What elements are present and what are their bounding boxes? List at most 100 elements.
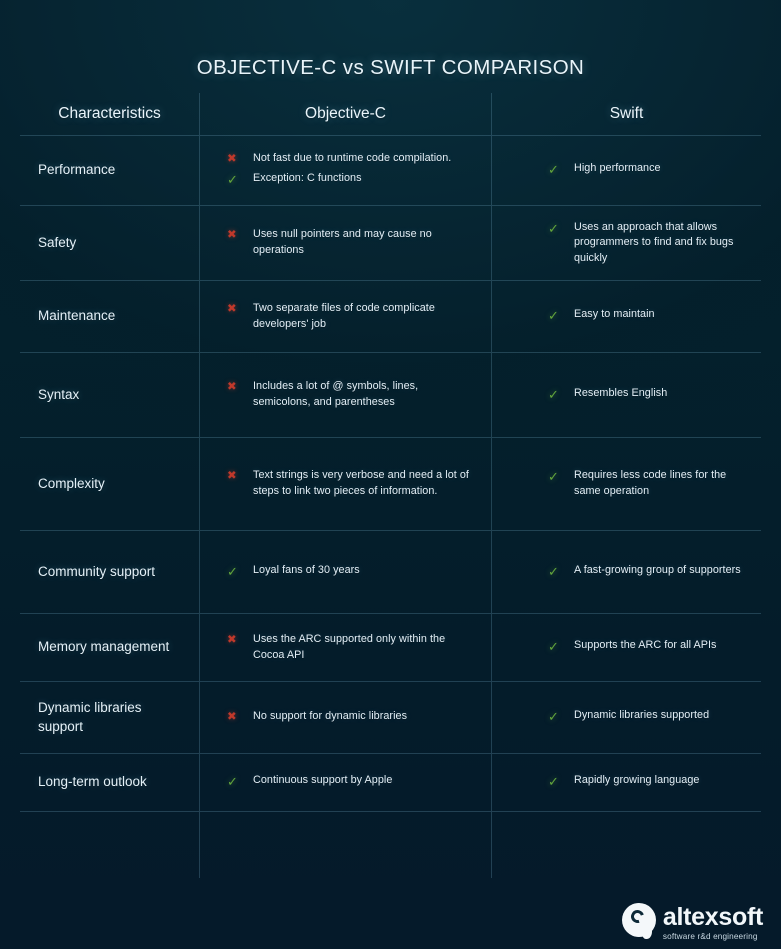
cross-icon: ✖ (227, 153, 237, 166)
check-icon: ✓ (548, 639, 559, 655)
cell-objective-c: ✖ Uses the ARC supported only within the … (199, 614, 491, 681)
table-row: Memory management ✖ Uses the ARC supported… (20, 614, 761, 682)
bullet-item: ✖ Uses the ARC supported only within the … (200, 632, 477, 663)
page-title: OBJECTIVE-C vs SWIFT COMPARISON (196, 56, 585, 79)
table-row: Maintenance ✖ Two separate files of code c… (20, 281, 761, 353)
bullet-text: Not fast due to runtime code compilation… (253, 152, 452, 165)
check-icon: ✓ (548, 386, 559, 402)
bullet-item: ✓ Loyal fans of 30 years (200, 563, 477, 582)
cell-characteristic: Long-term outlook (20, 754, 199, 811)
bullet-text: Supports the ARC for all APIs (574, 639, 717, 652)
characteristic-label: Maintenance (38, 308, 116, 324)
cross-icon: ✖ (227, 711, 237, 724)
table-row: Complexity ✖ Text strings is very verbose … (20, 438, 761, 531)
check-icon: ✓ (548, 162, 559, 178)
cell-objective-c: ✓ Loyal fans of 30 years (199, 531, 491, 613)
cell-swift: ✓ A fast-growing group of supporters (491, 531, 761, 613)
bullet-text: Includes a lot of @ symbols, lines, semi… (253, 380, 419, 408)
check-icon: ✓ (548, 308, 559, 324)
characteristic-label: Syntax (38, 386, 80, 402)
cell-objective-c (199, 812, 491, 878)
bullet-item: ✓ Requires less code lines for the same o… (492, 468, 747, 499)
cell-objective-c: ✖ No support for dynamic libraries (199, 682, 491, 753)
bullet-item: ✓ High performance (492, 161, 747, 180)
header-label-characteristics: Characteristics (58, 105, 161, 122)
bullet-text: Loyal fans of 30 years (253, 563, 360, 576)
bullet-item: ✖ Not fast due to runtime code compilatio… (200, 151, 477, 168)
cross-icon: ✖ (227, 470, 237, 483)
characteristic-label: Complexity (38, 475, 105, 491)
bullet-text: High performance (574, 162, 661, 175)
bullet-item: ✖ Includes a lot of @ symbols, lines, sem… (200, 379, 477, 410)
cell-characteristic: Memory management (20, 614, 199, 681)
bullet-text: Easy to maintain (574, 308, 655, 321)
cell-characteristic (20, 812, 199, 878)
check-icon: ✓ (548, 563, 559, 579)
cell-swift: ✓ Dynamic libraries supported (491, 682, 761, 753)
cell-characteristic: Safety (20, 206, 199, 280)
header-label-swift: Swift (609, 105, 644, 122)
bullet-item: ✓ Dynamic libraries supported (492, 708, 747, 727)
cell-objective-c: ✖ Includes a lot of @ symbols, lines, sem… (199, 353, 491, 437)
cell-swift: ✓ Requires less code lines for the same o… (491, 438, 761, 530)
logo-tagline: software r&d engineering (662, 931, 758, 941)
table-body: Performance ✖ Not fast due to runtime code… (20, 136, 761, 878)
characteristic-label: Performance (38, 162, 116, 178)
cross-icon: ✖ (227, 302, 237, 315)
logo-name: altexsoft (662, 902, 763, 931)
header-cell-objective-c: Objective-C (199, 93, 491, 135)
check-icon: ✓ (548, 469, 559, 485)
check-icon: ✓ (548, 709, 559, 725)
bullet-item: ✓ Supports the ARC for all APIs (492, 638, 747, 657)
cell-characteristic: Performance (20, 136, 199, 205)
characteristic-label: Safety (38, 234, 77, 250)
bullet-item: ✓ Uses an approach that allows programmer… (492, 220, 747, 267)
characteristic-label: Long-term outlook (38, 774, 147, 790)
altexsoft-logo: altexsoft software r&d engineering (621, 902, 763, 941)
comparison-infographic: OBJECTIVE-C vs SWIFT COMPARISON Characte… (0, 0, 781, 949)
bullet-text: Uses an approach that allows programmers… (574, 220, 734, 264)
check-icon: ✓ (227, 774, 238, 790)
cell-swift: ✓ Supports the ARC for all APIs (491, 614, 761, 681)
bullet-text: Resembles English (574, 386, 668, 399)
bullet-text: Exception: C functions (253, 171, 362, 184)
characteristic-label: Memory management (38, 639, 170, 655)
table-row: Dynamic libraries support ✖ No support for… (20, 682, 761, 754)
bullet-item: ✓ Rapidly growing language (492, 773, 747, 792)
cross-icon: ✖ (227, 381, 237, 394)
table-row: Safety ✖ Uses null pointers and may cause … (20, 206, 761, 281)
bullet-text: Text strings is very verbose and need a … (253, 469, 469, 497)
cross-icon: ✖ (227, 633, 237, 646)
bullet-item: ✖ Uses null pointers and may cause no ope… (200, 227, 477, 258)
bullet-item: ✓ Resembles English (492, 386, 747, 405)
cell-swift: ✓ High performance (491, 136, 761, 205)
cell-objective-c: ✓ Continuous support by Apple (199, 754, 491, 811)
bullet-text: Continuous support by Apple (253, 774, 393, 787)
bullet-item: ✓ Exception: C functions (200, 171, 477, 190)
cell-characteristic: Complexity (20, 438, 199, 530)
cell-objective-c: ✖ Uses null pointers and may cause no ope… (199, 206, 491, 280)
cell-objective-c: ✖ Not fast due to runtime code compilatio… (199, 136, 491, 205)
logo-text-block: altexsoft software r&d engineering (662, 902, 763, 941)
check-icon: ✓ (227, 171, 238, 187)
cell-objective-c: ✖ Text strings is very verbose and need a… (199, 438, 491, 530)
bullet-text: No support for dynamic libraries (253, 710, 408, 723)
cell-characteristic: Syntax (20, 353, 199, 437)
bullet-item: ✖ No support for dynamic libraries (200, 709, 477, 726)
bullet-item: ✓ Easy to maintain (492, 307, 747, 326)
table-row: Community support ✓ Loyal fans of 30 years… (20, 531, 761, 614)
header-label-objective-c: Objective-C (305, 105, 386, 122)
cell-objective-c: ✖ Two separate files of code complicate d… (199, 281, 491, 352)
bullet-text: Two separate files of code complicate de… (253, 301, 435, 330)
table-row: Long-term outlook ✓ Continuous support by … (20, 754, 761, 812)
cell-characteristic: Maintenance (20, 281, 199, 352)
check-icon: ✓ (548, 220, 559, 236)
cell-swift: ✓ Easy to maintain (491, 281, 761, 352)
bullet-text: A fast-growing group of supporters (574, 563, 741, 576)
cell-swift: ✓ Resembles English (491, 353, 761, 437)
cell-characteristic: Community support (20, 531, 199, 613)
cell-characteristic: Dynamic libraries support (20, 682, 199, 753)
characteristic-label: Community support (38, 563, 156, 579)
table-header-row: Characteristics Objective-C Swift (20, 93, 761, 136)
characteristic-label: Dynamic libraries support (38, 700, 142, 734)
